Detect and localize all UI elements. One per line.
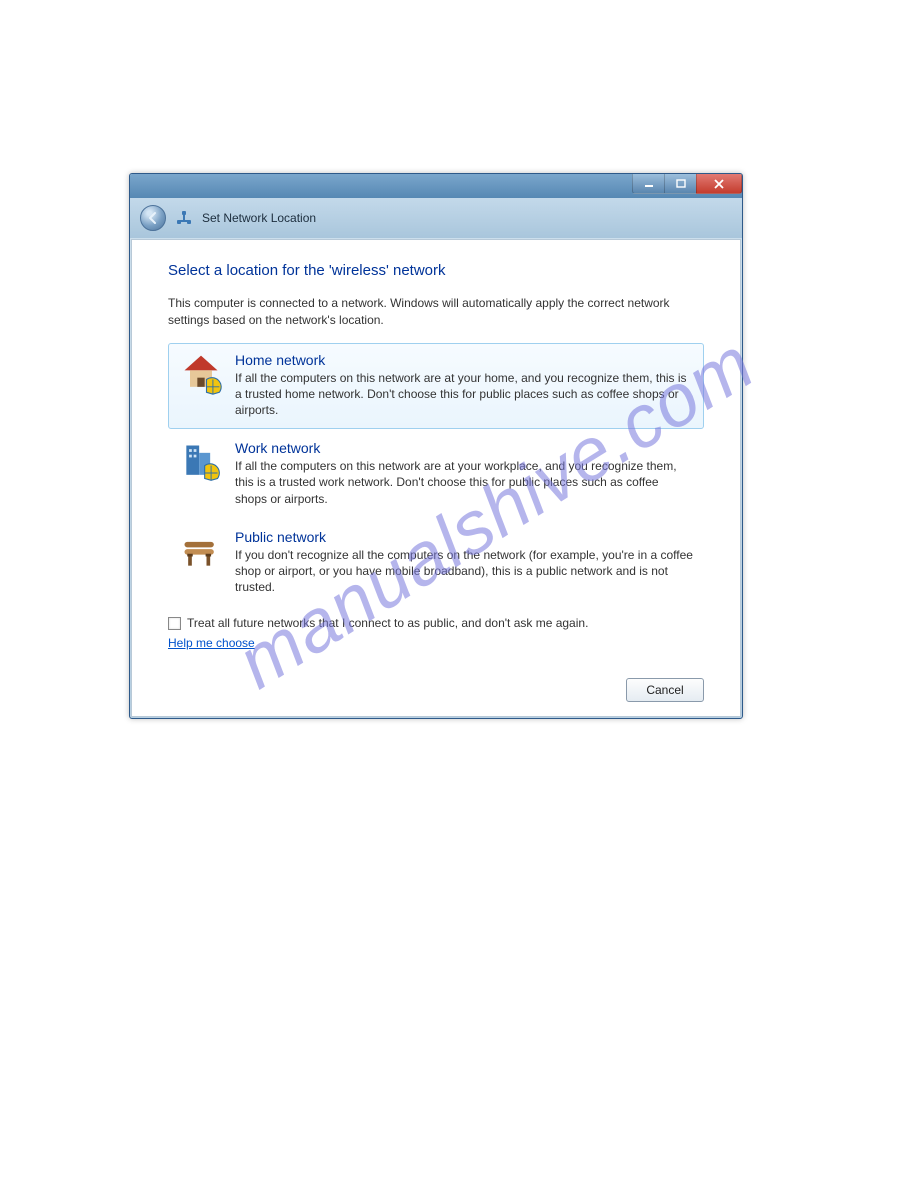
- cancel-button[interactable]: Cancel: [626, 678, 704, 702]
- option-work-text: Work network If all the computers on thi…: [235, 440, 693, 507]
- treat-public-label: Treat all future networks that I connect…: [187, 616, 588, 630]
- treat-public-row: Treat all future networks that I connect…: [168, 616, 704, 630]
- option-public-title: Public network: [235, 529, 693, 545]
- minimize-button[interactable]: [632, 174, 664, 194]
- dialog-title: Set Network Location: [202, 211, 316, 225]
- dialog-header: Set Network Location: [130, 198, 742, 238]
- option-home-title: Home network: [235, 352, 693, 368]
- content-heading: Select a location for the 'wireless' net…: [168, 262, 704, 279]
- option-home-network[interactable]: Home network If all the computers on thi…: [168, 343, 704, 430]
- dialog-footer: Cancel: [168, 650, 704, 702]
- option-work-title: Work network: [235, 440, 693, 456]
- work-icon: [179, 440, 223, 484]
- option-home-text: Home network If all the computers on thi…: [235, 352, 693, 419]
- public-icon: [179, 529, 223, 573]
- option-public-desc: If you don't recognize all the computers…: [235, 547, 693, 596]
- option-public-text: Public network If you don't recognize al…: [235, 529, 693, 596]
- option-work-desc: If all the computers on this network are…: [235, 458, 693, 507]
- help-me-choose-link[interactable]: Help me choose: [168, 636, 255, 650]
- titlebar: [130, 174, 742, 198]
- option-public-network[interactable]: Public network If you don't recognize al…: [168, 520, 704, 607]
- content-intro: This computer is connected to a network.…: [168, 295, 704, 329]
- treat-public-checkbox[interactable]: [168, 617, 181, 630]
- maximize-button[interactable]: [664, 174, 696, 194]
- network-location-icon: [176, 210, 192, 226]
- option-work-network[interactable]: Work network If all the computers on thi…: [168, 431, 704, 518]
- back-button[interactable]: [140, 205, 166, 231]
- option-home-desc: If all the computers on this network are…: [235, 370, 693, 419]
- home-icon: [179, 352, 223, 396]
- dialog-window: Set Network Location Select a location f…: [129, 173, 743, 719]
- close-button[interactable]: [696, 174, 742, 194]
- dialog-content: Select a location for the 'wireless' net…: [131, 239, 741, 717]
- window-control-group: [632, 174, 742, 194]
